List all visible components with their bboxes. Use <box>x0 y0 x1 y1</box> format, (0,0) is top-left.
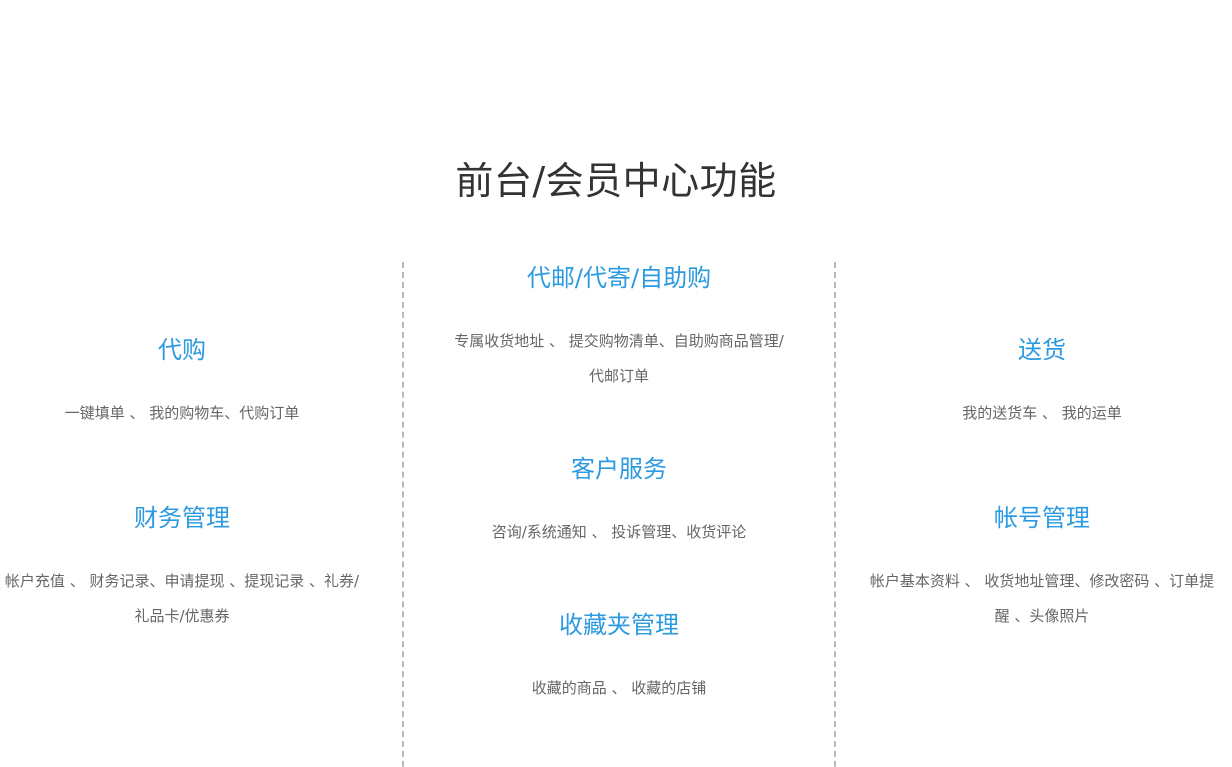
section-title-service: 客户服务 <box>571 455 667 483</box>
section-finance: 财务管理 帐户充值 、 财务记录、申请提现 、提现记录 、礼券/礼品卡/优惠券 <box>0 502 364 634</box>
section-title-delivery: 送货 <box>1018 336 1066 364</box>
section-desc-favorite: 收藏的商品 、 收藏的店铺 <box>531 679 707 697</box>
section-title-favorite: 收藏夹管理 <box>559 611 679 639</box>
section-title-daiyou: 代邮/代寄/自助购 <box>526 264 712 292</box>
section-account: 帐号管理 帐户基本资料 、 收货地址管理、修改密码 、订单提醒 、头像照片 <box>866 502 1218 634</box>
section-desc-daiyou: 专属收货地址 、 提交购物清单、自助购商品管理/代邮订单 <box>454 332 784 385</box>
section-title-account: 帐号管理 <box>994 504 1090 532</box>
section-favorite: 收藏夹管理 收藏的商品 、 收藏的店铺 <box>436 609 802 706</box>
section-desc-account: 帐户基本资料 、 收货地址管理、修改密码 、订单提醒 、头像照片 <box>869 572 1215 625</box>
section-desc-delivery: 我的送货车 、 我的运单 <box>962 404 1122 422</box>
section-title-daigou: 代购 <box>158 336 206 364</box>
section-daigou: 代购 一键填单 、 我的购物车、代购订单 <box>0 334 364 431</box>
section-title-finance: 财务管理 <box>134 504 230 532</box>
section-delivery: 送货 我的送货车 、 我的运单 <box>866 334 1218 431</box>
section-service: 客户服务 咨询/系统通知 、 投诉管理、收货评论 <box>436 453 802 550</box>
section-desc-finance: 帐户充值 、 财务记录、申请提现 、提现记录 、礼券/礼品卡/优惠券 <box>4 572 360 625</box>
page-title: 前台/会员中心功能 <box>455 159 777 204</box>
column-divider-right <box>834 262 836 767</box>
column-divider-left <box>402 262 404 767</box>
section-desc-daigou: 一键填单 、 我的购物车、代购订单 <box>64 404 300 422</box>
feature-page: 前台/会员中心功能 代购 一键填单 、 我的购物车、代购订单 财务管理 帐户充值… <box>0 0 1232 767</box>
section-desc-service: 咨询/系统通知 、 投诉管理、收货评论 <box>491 523 747 541</box>
section-daiyou: 代邮/代寄/自助购 专属收货地址 、 提交购物清单、自助购商品管理/代邮订单 <box>436 262 802 394</box>
